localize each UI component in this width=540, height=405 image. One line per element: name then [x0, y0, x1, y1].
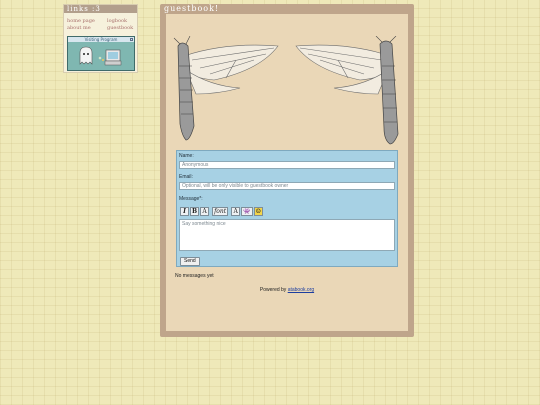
email-input[interactable]: Optional, will be only visible to guestb…	[179, 182, 395, 190]
cicada-illustration	[173, 36, 399, 145]
name-label: Name:	[179, 153, 194, 159]
font-size-button[interactable]: A	[231, 207, 241, 216]
message-textarea[interactable]: Say something nice	[179, 219, 395, 251]
powered-by-text: Powered by	[259, 287, 287, 293]
email-label: Email:	[179, 174, 193, 180]
guestbook-title: guestbook!	[164, 4, 220, 13]
powered-by-line: Powered by atabook.org	[166, 287, 408, 293]
visiting-program-badge[interactable]: Visiting Program	[67, 36, 135, 71]
message-toolbar: I B Afont A 👾 ☺	[180, 207, 264, 216]
link-home-page[interactable]: home page	[67, 18, 95, 25]
badge-titlebar: Visiting Program	[68, 37, 134, 42]
links-title: links :3	[64, 5, 137, 13]
ghost-and-computer-icon	[79, 46, 122, 66]
font-button[interactable]: font	[212, 207, 229, 216]
badge-window-icon	[130, 38, 133, 41]
link-guestbook[interactable]: guestbook	[107, 25, 133, 32]
link-logbook[interactable]: logbook	[107, 18, 133, 25]
sticker-button[interactable]: 👾	[241, 207, 253, 216]
bold-button[interactable]: B	[190, 207, 200, 216]
guestbook-form: Name: Anonymous Email: Optional, will be…	[176, 150, 398, 267]
links-col-left: home page about me	[67, 18, 95, 32]
send-button[interactable]: Send	[180, 257, 200, 266]
text-color-button[interactable]: A	[200, 207, 210, 216]
badge-caption: Visiting Program	[84, 37, 118, 42]
links-col-right: logbook guestbook	[107, 18, 133, 32]
message-label: Message*:	[179, 196, 203, 202]
guestbook-panel: Name: Anonymous Email: Optional, will be…	[166, 14, 408, 331]
link-about-me[interactable]: about me	[67, 25, 95, 32]
no-messages-text: No messages yet	[175, 273, 214, 279]
guestbook-frame: guestbook! Name: Anonymous Email: Option…	[160, 4, 414, 337]
links-panel: links :3 home page about me logbook gues…	[63, 4, 138, 73]
name-input[interactable]: Anonymous	[179, 161, 395, 169]
emoji-button[interactable]: ☺	[253, 207, 264, 216]
atabook-link[interactable]: atabook.org	[288, 287, 314, 293]
italic-button[interactable]: I	[180, 207, 189, 216]
